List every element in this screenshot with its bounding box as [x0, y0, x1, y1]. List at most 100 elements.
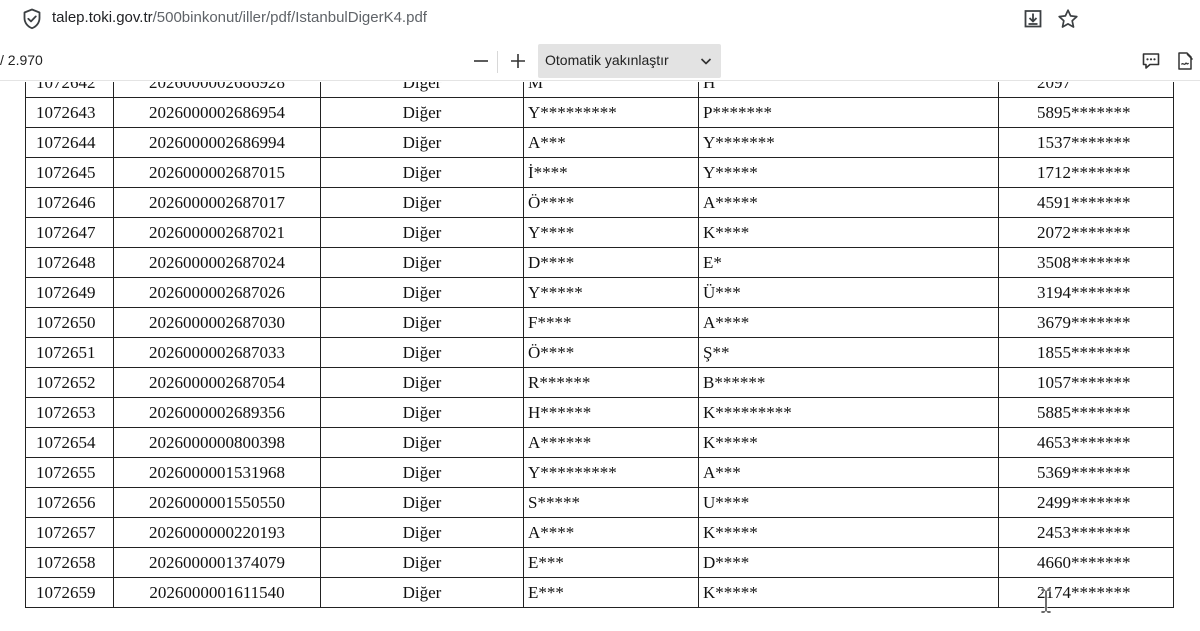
cell-phone: 5895*******	[998, 97, 1174, 128]
cell-first-name: İ****	[523, 157, 699, 188]
cell-phone: 2072*******	[998, 217, 1174, 248]
table-row: 1072658 2026000001374079 Diğer E*** D**** 466…	[25, 547, 1174, 578]
table-row: 1072657 2026000000220193 Diğer A**** K***** 2…	[25, 517, 1174, 548]
cell-last-name: A*****	[698, 187, 999, 218]
cell-first-name: S*****	[523, 487, 699, 518]
comment-icon[interactable]	[1137, 47, 1165, 75]
table-row: 1072649 2026000002687026 Diğer Y***** Ü*** 31…	[25, 277, 1174, 308]
cell-phone: 5369*******	[998, 457, 1174, 488]
table-row: 1072644 2026000002686994 Diğer A*** Y*******…	[25, 127, 1174, 158]
zoom-select-value: Otomatik yakınlaştır	[545, 52, 669, 68]
cell-phone: 2453*******	[998, 517, 1174, 548]
cell-last-name: K*****	[698, 427, 999, 458]
table-row: 1072656 2026000001550550 Diğer S***** U**** 2…	[25, 487, 1174, 518]
pdf-page[interactable]: 1072642 2026000002686928 Diğer M H 2097 107264…	[0, 82, 1200, 631]
cell-first-name: Y*********	[523, 97, 699, 128]
cell-application-no: 2026000002687054	[113, 367, 321, 398]
cell-first-name: R******	[523, 367, 699, 398]
table-row: 1072659 2026000001611540 Diğer E*** K***** 21…	[25, 577, 1174, 608]
cell-phone: 2499*******	[998, 487, 1174, 518]
cell-phone: 5885*******	[998, 397, 1174, 428]
cell-first-name: F****	[523, 307, 699, 338]
cell-record-id: 1072650	[25, 307, 114, 338]
records-table: 1072642 2026000002686928 Diğer M H 2097 107264…	[25, 82, 1174, 608]
cell-application-no: 2026000001374079	[113, 547, 321, 578]
cell-first-name: D****	[523, 247, 699, 278]
cell-record-id: 1072647	[25, 217, 114, 248]
cell-type: Diğer	[320, 157, 524, 188]
table-row: 1072653 2026000002689356 Diğer H****** K****…	[25, 397, 1174, 428]
cell-phone: 1537*******	[998, 127, 1174, 158]
chevron-down-icon	[697, 52, 715, 70]
table-row: 1072646 2026000002687017 Diğer Ö**** A***** 4…	[25, 187, 1174, 218]
cell-first-name: Y*****	[523, 277, 699, 308]
cell-application-no: 2026000002687033	[113, 337, 321, 368]
cell-first-name: Ö****	[523, 187, 699, 218]
cell-phone: 1057*******	[998, 367, 1174, 398]
url-path: /500binkonut/iller/pdf/IstanbulDigerK4.p…	[152, 9, 427, 26]
cell-type: Diğer	[320, 337, 524, 368]
cell-first-name: Ö****	[523, 337, 699, 368]
cell-last-name: Ş**	[698, 337, 999, 368]
shield-check-icon[interactable]	[20, 7, 44, 31]
cell-record-id: 1072655	[25, 457, 114, 488]
url-field[interactable]: talep.toki.gov.tr/500binkonut/iller/pdf/…	[52, 9, 427, 26]
cell-last-name: A***	[698, 457, 999, 488]
cell-first-name: M	[523, 82, 699, 98]
table-row: 1072643 2026000002686954 Diğer Y********* P*…	[25, 97, 1174, 128]
cell-type: Diğer	[320, 277, 524, 308]
cell-record-id: 1072642	[25, 82, 114, 98]
cell-record-id: 1072646	[25, 187, 114, 218]
cell-type: Diğer	[320, 82, 524, 98]
cell-last-name: H	[698, 82, 999, 98]
zoom-in-button[interactable]	[504, 47, 532, 75]
cell-type: Diğer	[320, 517, 524, 548]
cell-record-id: 1072643	[25, 97, 114, 128]
cell-type: Diğer	[320, 217, 524, 248]
cell-type: Diğer	[320, 577, 524, 608]
cell-phone: 3679*******	[998, 307, 1174, 338]
cell-type: Diğer	[320, 127, 524, 158]
pdf-toolbar: / 2.970 Otomatik yakınlaştır	[0, 41, 1200, 81]
signature-icon[interactable]	[1171, 47, 1199, 75]
download-icon[interactable]	[1020, 6, 1046, 32]
cell-type: Diğer	[320, 427, 524, 458]
cell-record-id: 1072649	[25, 277, 114, 308]
table-row: 1072645 2026000002687015 Diğer İ**** Y***** 1…	[25, 157, 1174, 188]
cell-application-no: 2026000001531968	[113, 457, 321, 488]
cell-first-name: A******	[523, 427, 699, 458]
cell-last-name: Ü***	[698, 277, 999, 308]
cell-type: Diğer	[320, 547, 524, 578]
table-row: 1072651 2026000002687033 Diğer Ö**** Ş** 1855…	[25, 337, 1174, 368]
cell-phone: 2174*******	[998, 577, 1174, 608]
cell-last-name: P*******	[698, 97, 999, 128]
cell-application-no: 2026000001550550	[113, 487, 321, 518]
cell-record-id: 1072658	[25, 547, 114, 578]
cell-first-name: Y****	[523, 217, 699, 248]
table-row: 1072652 2026000002687054 Diğer R****** B****…	[25, 367, 1174, 398]
cell-type: Diğer	[320, 487, 524, 518]
zoom-select[interactable]: Otomatik yakınlaştır	[538, 44, 721, 78]
cell-application-no: 2026000002686928	[113, 82, 321, 98]
cell-first-name: E***	[523, 547, 699, 578]
cell-last-name: K*********	[698, 397, 999, 428]
page-count: / 2.970	[0, 52, 43, 68]
cell-record-id: 1072651	[25, 337, 114, 368]
cell-first-name: H******	[523, 397, 699, 428]
cell-type: Diğer	[320, 457, 524, 488]
cell-phone: 4660*******	[998, 547, 1174, 578]
star-icon[interactable]	[1055, 6, 1081, 32]
zoom-out-button[interactable]	[467, 47, 495, 75]
cell-phone: 1712*******	[998, 157, 1174, 188]
cell-record-id: 1072644	[25, 127, 114, 158]
cell-application-no: 2026000000800398	[113, 427, 321, 458]
cell-record-id: 1072653	[25, 397, 114, 428]
cell-application-no: 2026000001611540	[113, 577, 321, 608]
cell-first-name: A****	[523, 517, 699, 548]
cell-record-id: 1072657	[25, 517, 114, 548]
cell-phone: 4591*******	[998, 187, 1174, 218]
cell-application-no: 2026000002687024	[113, 247, 321, 278]
cell-record-id: 1072654	[25, 427, 114, 458]
cell-last-name: K*****	[698, 517, 999, 548]
cell-last-name: Y*****	[698, 157, 999, 188]
